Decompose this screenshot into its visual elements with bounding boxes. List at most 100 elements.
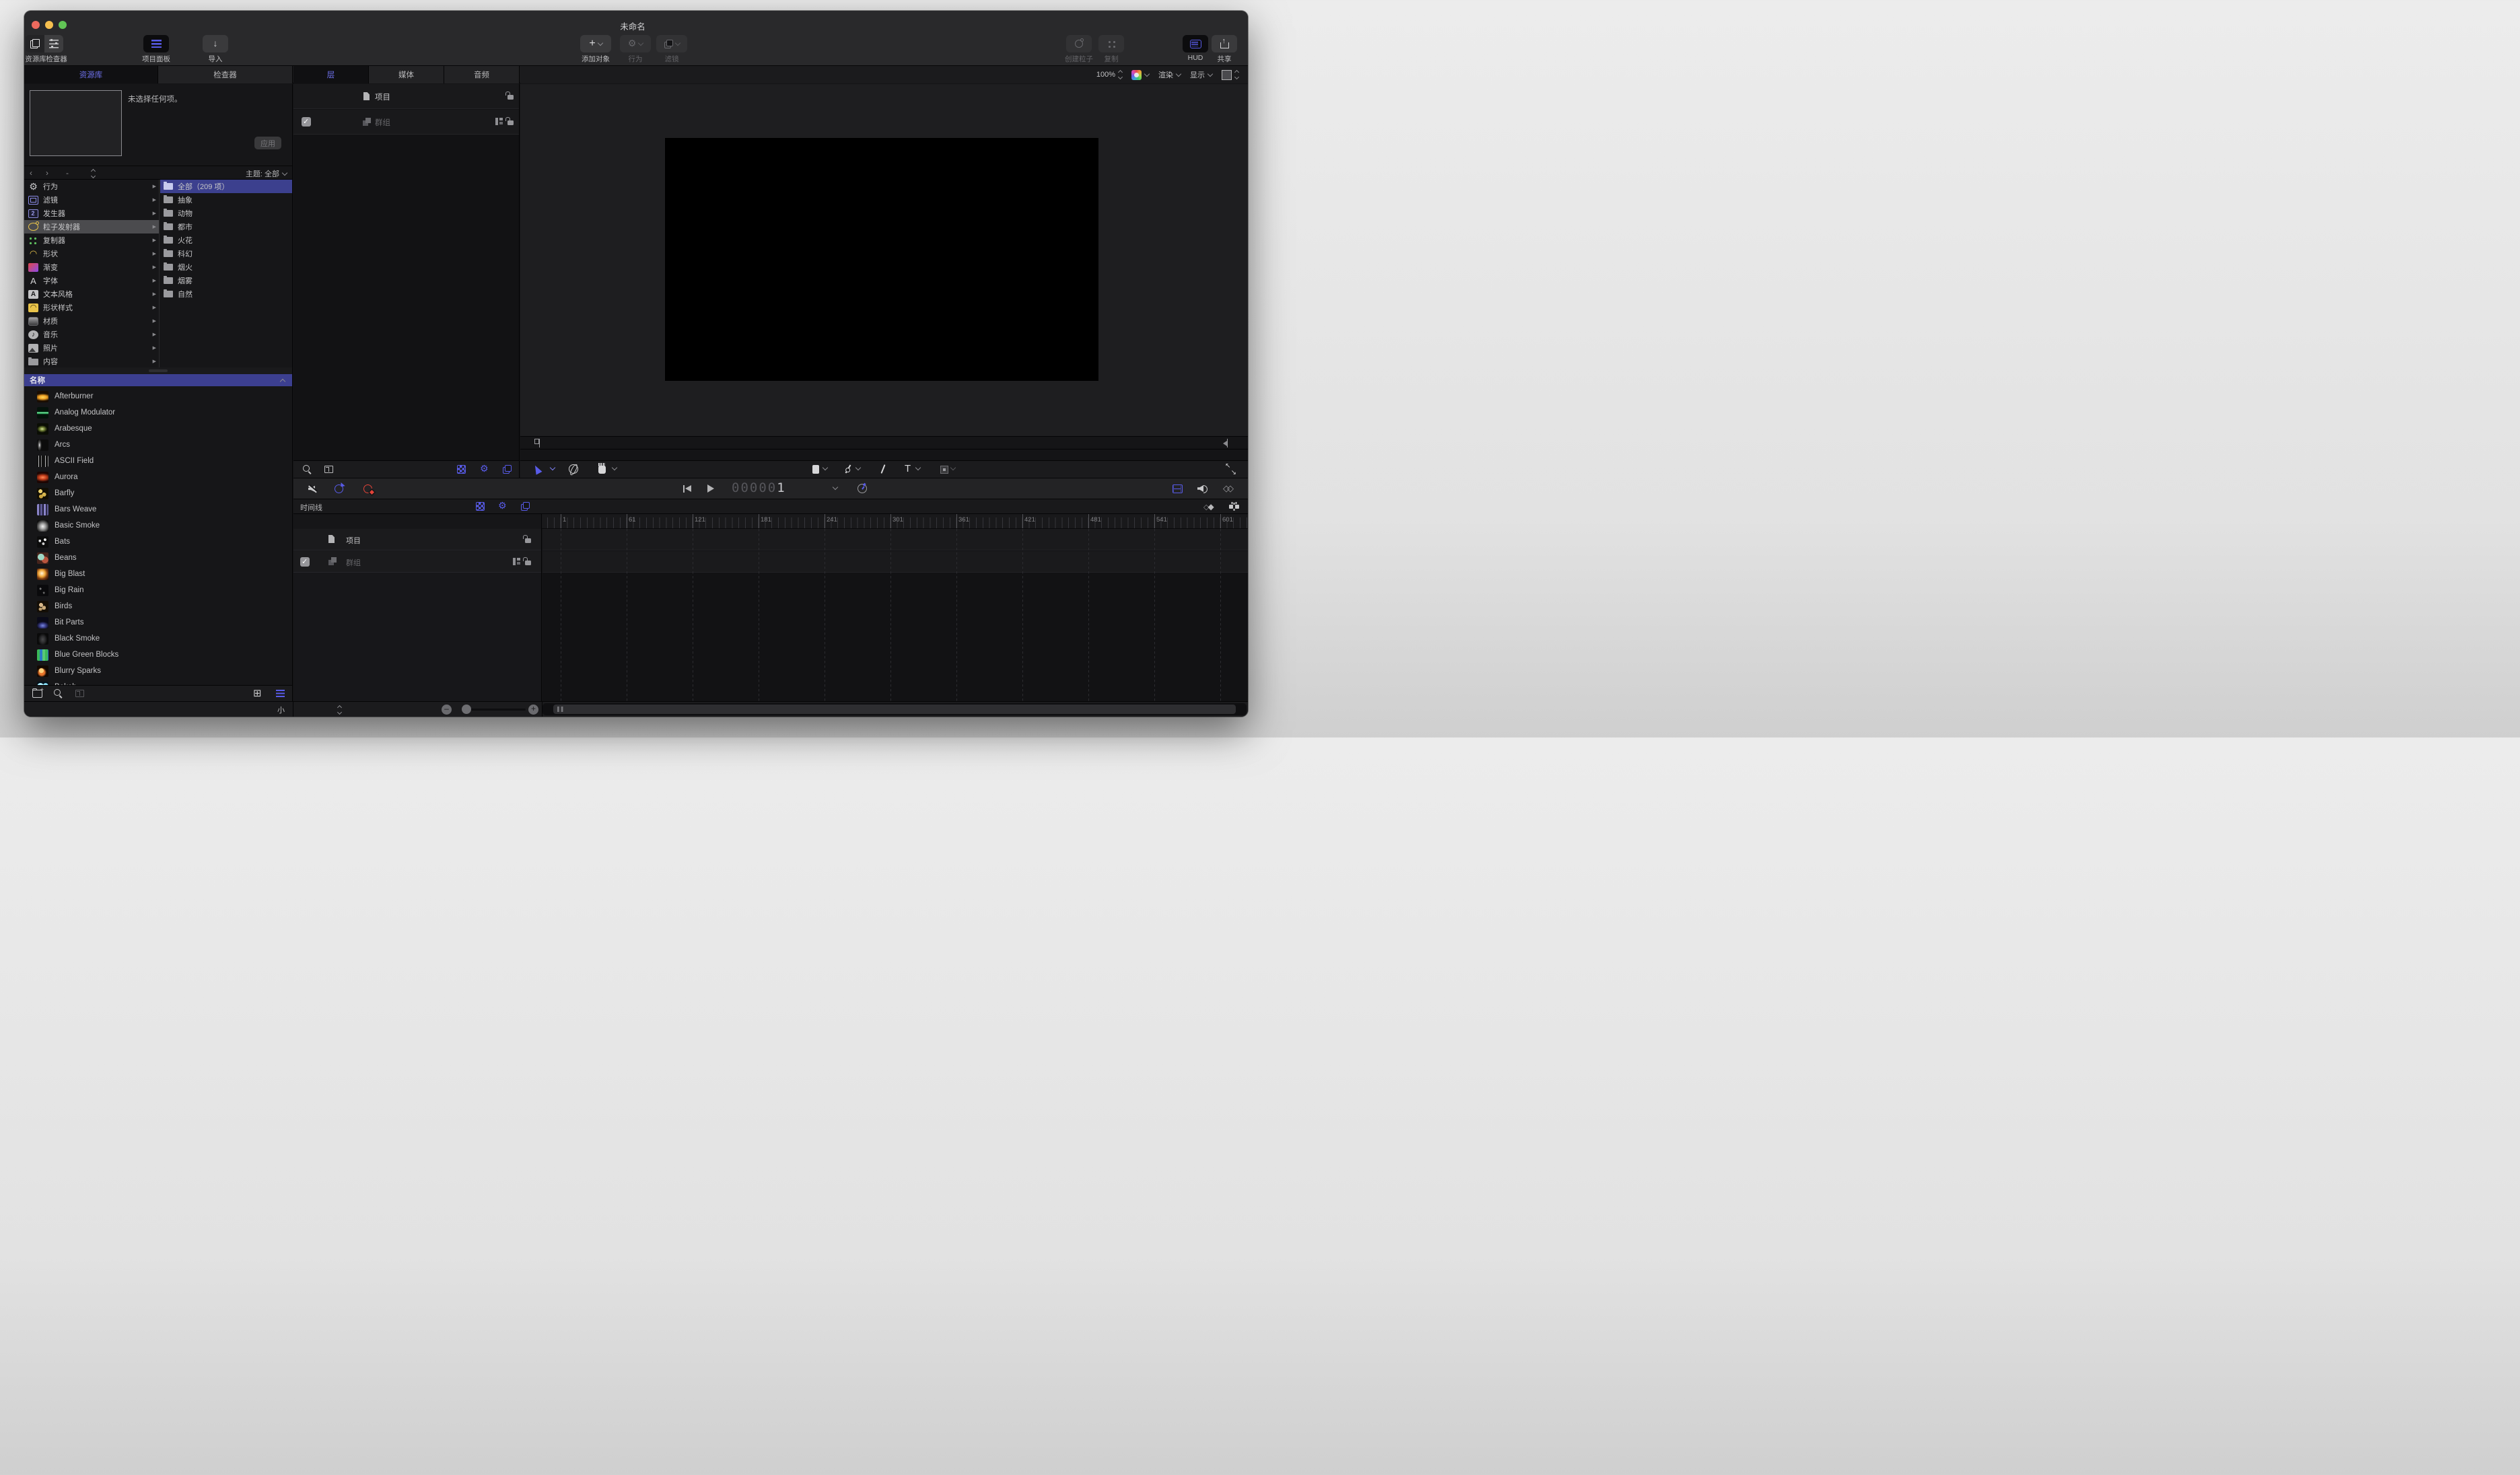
zoom-stepper-icon[interactable] [1119,71,1122,79]
disclosure-triangle-icon[interactable]: ▶ [153,318,156,324]
close-window-button[interactable] [32,21,40,29]
record-keyframes-icon[interactable] [363,484,372,493]
category-row[interactable]: 滤镜 ▶ [24,193,159,207]
search-icon[interactable] [54,689,63,698]
zoom-in-icon[interactable] [528,705,538,715]
library-item-row[interactable]: Barfly [24,485,292,501]
category-row[interactable]: 行为 ▶ [24,180,159,193]
folder-row[interactable]: 抽象 [160,193,292,207]
disclosure-triangle-icon[interactable]: ▶ [153,197,156,203]
chevron-down-icon[interactable] [823,465,828,470]
timeline-tracks[interactable] [542,529,1248,701]
new-folder-icon[interactable] [32,690,42,698]
layout-control[interactable] [1222,70,1238,80]
mini-timeline[interactable] [520,436,1248,449]
chevron-down-icon[interactable] [855,465,861,470]
library-item-row[interactable]: Big Rain [24,582,292,598]
folder-row[interactable]: 动物 [160,207,292,220]
apply-button[interactable]: 应用 [254,137,281,149]
replicate-button[interactable] [1098,35,1124,52]
lock-icon[interactable] [508,95,514,100]
back-button[interactable]: ‹ [30,168,32,178]
remove-button[interactable]: - [66,168,69,178]
project-pane-button[interactable] [143,35,169,52]
disclosure-triangle-icon[interactable]: ▶ [153,345,156,351]
lock-icon[interactable] [508,120,514,125]
view-menu[interactable]: 显示 [1190,69,1212,80]
library-item-row[interactable]: Blue Green Blocks [24,647,292,663]
loop-playback-icon[interactable] [335,484,343,493]
disclosure-triangle-icon[interactable]: ▶ [153,264,156,270]
show-keyframes-icon[interactable] [1223,483,1231,494]
category-row[interactable]: 形状 ▶ [24,247,159,260]
orbit-3d-tool-icon[interactable] [569,464,578,474]
rectangle-tool-icon[interactable] [812,465,819,474]
activation-checkbox[interactable] [300,557,310,567]
category-row[interactable]: 文本风格 ▶ [24,287,159,301]
show-particles-icon[interactable] [476,502,485,511]
timecode-display[interactable]: 000001 [732,480,786,495]
library-item-row[interactable]: Bit Parts [24,614,292,631]
timeline-project-row[interactable]: 项目 [293,529,541,550]
folder-row[interactable]: 自然 [160,287,292,301]
library-item-row[interactable]: Aurora [24,469,292,485]
category-row[interactable]: 字体 ▶ [24,274,159,287]
disclosure-triangle-icon[interactable]: ▶ [153,238,156,243]
tab-layers[interactable]: 层 [293,66,369,83]
filmstrip-pane-icon[interactable] [324,466,333,473]
activation-checkbox[interactable] [302,117,311,127]
category-row[interactable]: 渐变 ▶ [24,260,159,274]
library-item-row[interactable]: Big Blast [24,566,292,582]
tab-audio[interactable]: 音频 [444,66,520,83]
hud-button[interactable] [1183,35,1208,52]
timeline-tab-label[interactable]: 时间线 [300,502,322,513]
show-filters-icon[interactable] [521,502,530,511]
mute-icon[interactable] [308,485,316,493]
chevron-down-icon[interactable] [915,465,921,470]
timeline-scrollbar-thumb[interactable] [553,705,1236,714]
folder-row[interactable]: 都市 [160,220,292,233]
disclosure-triangle-icon[interactable]: ▶ [153,332,156,337]
library-toolbar-button[interactable] [26,35,44,52]
library-item-row[interactable]: ASCII Field [24,453,292,469]
canvas-area[interactable] [520,84,1248,436]
library-item-row[interactable]: Beans [24,550,292,566]
show-particles-icon[interactable] [457,465,466,474]
chevron-down-icon[interactable] [612,465,617,470]
preview-pane-icon[interactable] [75,690,84,697]
show-behaviors-icon[interactable] [498,501,507,510]
text-tool-icon[interactable] [905,464,911,474]
forward-button[interactable]: › [46,168,48,178]
filters-button[interactable] [656,35,687,52]
play-icon[interactable] [707,484,714,493]
show-video-track-icon[interactable] [1172,484,1183,493]
project-layer-row[interactable]: 项目 [293,84,519,109]
inspector-toolbar-button[interactable] [44,35,63,52]
library-item-row[interactable]: Analog Modulator [24,404,292,421]
slider-knob[interactable] [462,705,471,714]
select-transform-tool-icon[interactable] [532,464,542,474]
search-icon[interactable] [303,465,312,474]
disclosure-triangle-icon[interactable]: ▶ [153,184,156,189]
library-item-row[interactable]: Bats [24,534,292,550]
grid-view-icon[interactable] [253,689,262,698]
go-to-start-icon[interactable] [683,485,691,493]
tab-library[interactable]: 资源库 [24,66,158,83]
clip-overlap-icon[interactable] [1229,503,1240,510]
size-stepper-icon[interactable] [338,706,341,714]
timeline-ruler[interactable]: 161121181241301361421481541601 [542,514,1248,529]
timecode-clock-icon[interactable] [858,484,867,493]
sort-stepper-icon[interactable] [92,170,95,178]
lock-icon[interactable] [525,538,531,543]
folder-row[interactable]: 烟雾 [160,274,292,287]
group-layer-row[interactable]: 群组 [293,110,519,135]
keyframe-tool-icon[interactable] [1203,502,1214,511]
library-item-row[interactable]: Afterburner [24,388,292,404]
category-row[interactable]: 粒子发射器 ▶ [24,220,159,233]
name-column-header[interactable]: 名称 [24,374,292,386]
lock-icon[interactable] [525,561,531,565]
make-particles-button[interactable] [1066,35,1092,52]
show-audio-track-icon[interactable] [1197,484,1208,493]
disclosure-triangle-icon[interactable]: ▶ [153,359,156,364]
zoom-level-control[interactable]: 100% [1096,71,1122,79]
